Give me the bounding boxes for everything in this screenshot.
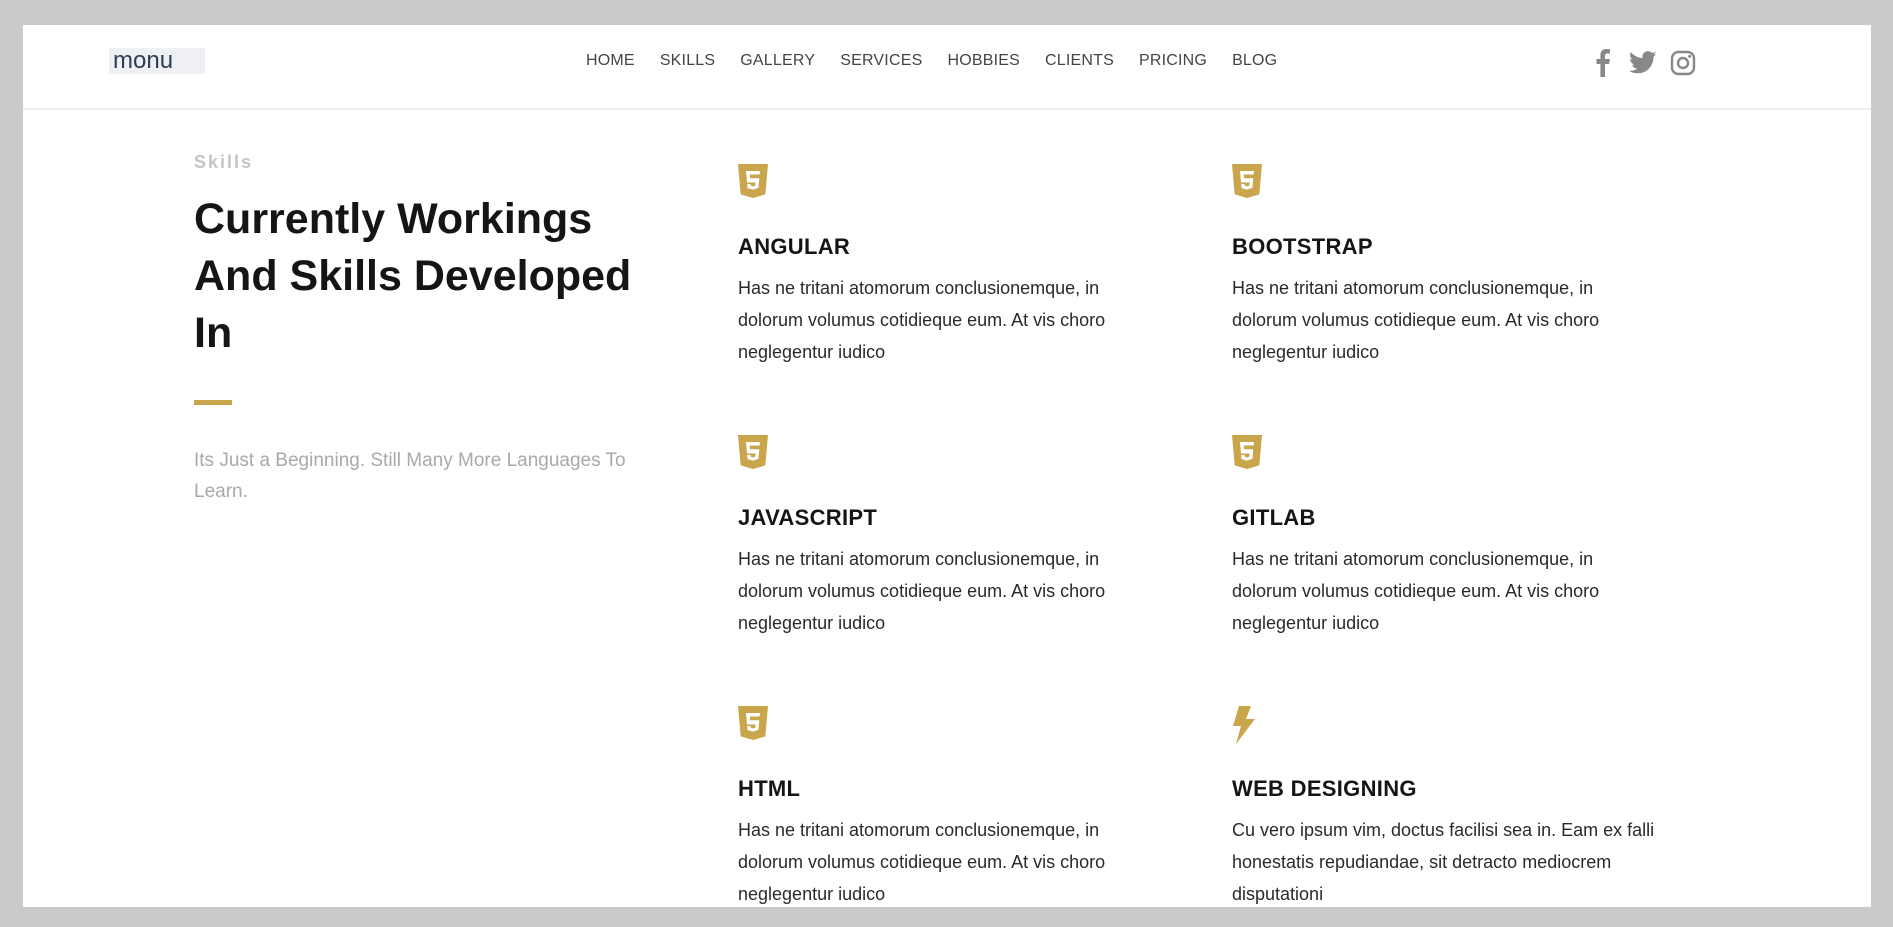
skill-description: Has ne tritani atomorum conclusionemque,… bbox=[738, 820, 1106, 904]
html5-icon bbox=[1232, 435, 1672, 475]
section-headline: Currently Workings And Skills Developed … bbox=[194, 195, 632, 357]
skill-description: Cu vero ipsum vim, doctus facilisi sea i… bbox=[1232, 820, 1655, 904]
skill-card-angular: ANGULAR Has ne tritani atomorum conclusi… bbox=[738, 164, 1178, 368]
logo-text: monu bbox=[113, 49, 173, 73]
section-eyebrow: Skills bbox=[194, 152, 254, 172]
nav-pricing[interactable]: PRICING bbox=[1139, 52, 1207, 76]
nav-blog[interactable]: BLOG bbox=[1232, 52, 1277, 76]
skill-card-web-designing: WEB DESIGNING Cu vero ipsum vim, doctus … bbox=[1232, 706, 1672, 907]
skill-card-gitlab: GITLAB Has ne tritani atomorum conclusio… bbox=[1232, 435, 1672, 639]
nav-clients[interactable]: CLIENTS bbox=[1045, 52, 1114, 76]
logo[interactable]: monu bbox=[109, 48, 205, 74]
skill-title: ANGULAR bbox=[738, 234, 851, 259]
accent-divider bbox=[194, 400, 232, 405]
skill-description: Has ne tritani atomorum conclusionemque,… bbox=[738, 278, 1106, 362]
nav-home[interactable]: HOME bbox=[586, 52, 635, 76]
skill-title: HTML bbox=[738, 776, 801, 801]
nav-hobbies[interactable]: HOBBIES bbox=[947, 52, 1020, 76]
skill-card-html: HTML Has ne tritani atomorum conclusione… bbox=[738, 706, 1178, 907]
instagram-icon[interactable] bbox=[1669, 49, 1697, 77]
skill-card-javascript: JAVASCRIPT Has ne tritani atomorum concl… bbox=[738, 435, 1178, 639]
nav-services[interactable]: SERVICES bbox=[840, 52, 922, 76]
social-links bbox=[1589, 49, 1697, 77]
html5-icon bbox=[738, 706, 1178, 746]
twitter-icon[interactable] bbox=[1629, 49, 1657, 77]
main-nav: HOME SKILLS GALLERY SERVICES HOBBIES CLI… bbox=[586, 52, 1302, 76]
skill-card-bootstrap: BOOTSTRAP Has ne tritani atomorum conclu… bbox=[1232, 164, 1672, 368]
bolt-icon bbox=[1232, 706, 1672, 746]
nav-gallery[interactable]: GALLERY bbox=[740, 52, 815, 76]
logo-mark: monu bbox=[113, 49, 173, 73]
skill-description: Has ne tritani atomorum conclusionemque,… bbox=[738, 549, 1106, 633]
page-frame: monu HOME SKILLS GALLERY SERVICES HOBBIE… bbox=[23, 25, 1871, 907]
facebook-icon[interactable] bbox=[1589, 49, 1617, 77]
nav-skills[interactable]: SKILLS bbox=[660, 52, 715, 76]
html5-icon bbox=[738, 435, 1178, 475]
skill-title: GITLAB bbox=[1232, 505, 1316, 530]
html5-icon bbox=[738, 164, 1178, 204]
section-subtext: Its Just a Beginning. Still Many More La… bbox=[194, 450, 626, 502]
skill-description: Has ne tritani atomorum conclusionemque,… bbox=[1232, 278, 1600, 362]
html5-icon bbox=[1232, 164, 1672, 204]
site-header: monu HOME SKILLS GALLERY SERVICES HOBBIE… bbox=[23, 25, 1871, 110]
skill-title: BOOTSTRAP bbox=[1232, 234, 1373, 259]
skill-description: Has ne tritani atomorum conclusionemque,… bbox=[1232, 549, 1600, 633]
skill-title: JAVASCRIPT bbox=[738, 505, 878, 530]
skill-title: WEB DESIGNING bbox=[1232, 776, 1417, 801]
